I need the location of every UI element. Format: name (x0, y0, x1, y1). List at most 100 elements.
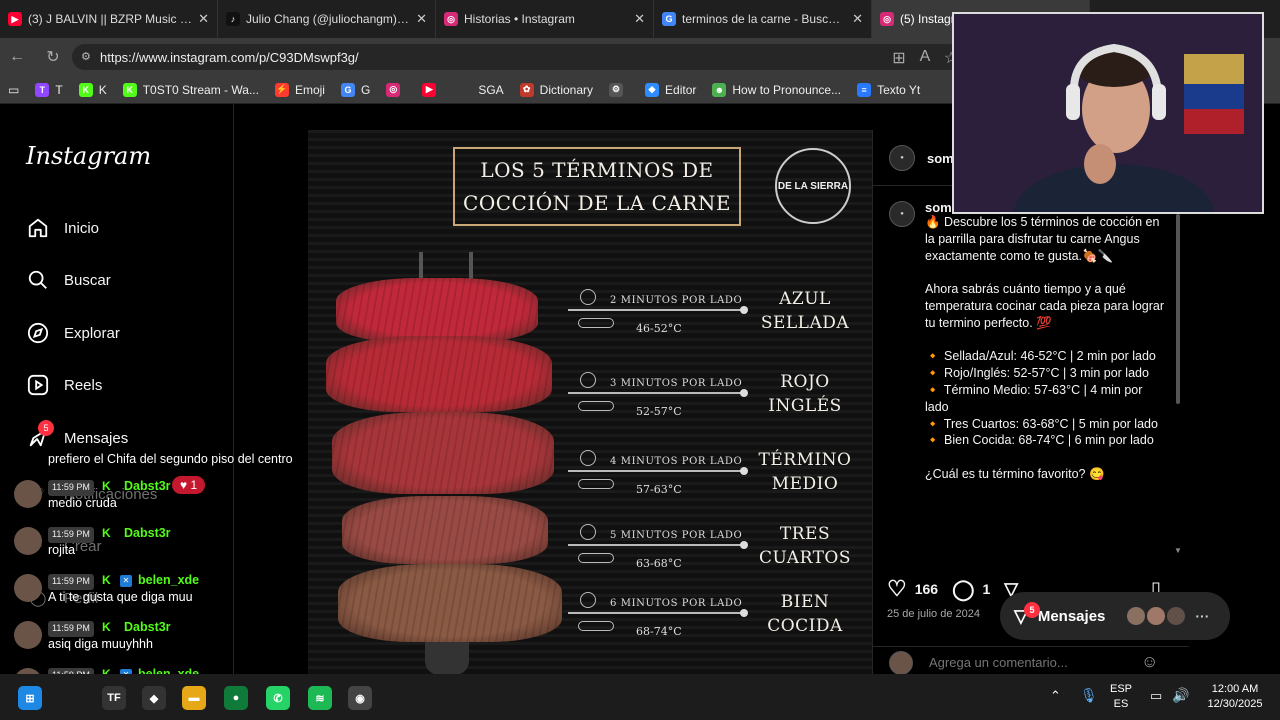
bookmark-item[interactable]: SGA (458, 82, 504, 97)
cook-time: 2 MINUTOS POR LADO (610, 295, 743, 306)
site-info-icon[interactable]: ⚙ (81, 50, 91, 63)
back-icon[interactable]: ← (0, 48, 34, 66)
clock-icon (580, 450, 596, 466)
sidebar-item-reels[interactable]: Reels (26, 373, 102, 397)
browser-tab[interactable]: ◎ Historias • Instagram ✕ (436, 0, 654, 38)
bookmark-icon: ☻ (712, 82, 727, 97)
close-tab-icon[interactable]: ✕ (416, 11, 427, 27)
bookmark-item[interactable]: K T0ST0 Stream - Wa... (122, 82, 259, 97)
tab-title: Julio Chang (@juliochangm) | TikTok (246, 12, 410, 26)
sidebar-item-explorar[interactable]: Explorar (26, 321, 120, 345)
author-avatar[interactable]: ● (889, 145, 915, 171)
current-user-avatar (889, 651, 913, 675)
tray-chevron-icon[interactable]: ⌃ (1050, 688, 1061, 704)
sidebar-item-inicio[interactable]: Inicio (26, 216, 99, 240)
chat-username: Dabst3r (124, 620, 171, 634)
heart-count: 1 (190, 478, 198, 492)
bookmark-item[interactable]: ✿ Dictionary (519, 82, 593, 97)
bookmark-item[interactable]: ◎ (386, 82, 406, 97)
bookmarks-menu-icon[interactable]: ▭ (8, 83, 19, 97)
clock-icon (580, 592, 596, 608)
clock-date: 12/30/2025 (1207, 698, 1263, 710)
sidebar-item-label: Buscar (64, 271, 111, 289)
bookmark-item[interactable]: TT (35, 82, 63, 97)
chat-timestamp: 11:59 PM (48, 574, 94, 590)
bookmark-item[interactable]: ☻ How to Pronounce... (712, 82, 842, 97)
bookmark-label: T (55, 82, 63, 97)
caption-scrollbar[interactable]: ▼ (1174, 214, 1182, 560)
close-tab-icon[interactable]: ✕ (852, 11, 863, 27)
spotify-icon[interactable]: ≋ (308, 686, 332, 710)
doneness-name-1: BIEN (780, 592, 830, 612)
url-bar[interactable]: ⚙ https://www.instagram.com/p/C93DMswpf3… (72, 44, 962, 70)
cook-temperature: 57-63°C (636, 483, 682, 496)
clock-time: 12:00 AM (1211, 683, 1259, 695)
reload-icon[interactable]: ↻ (36, 47, 70, 67)
bookmark-label: How to Pronounce... (732, 82, 842, 97)
whatsapp-icon[interactable]: ✆ (266, 686, 290, 710)
close-tab-icon[interactable]: ✕ (634, 11, 645, 27)
clock[interactable]: 12:00 AM 12/30/2025 (1200, 682, 1270, 712)
brand-seal: DE LA SIERRA (775, 148, 851, 224)
bookmark-item[interactable]: GG (340, 82, 370, 97)
steak-slice (342, 496, 548, 564)
tf-app-icon[interactable]: TF (102, 686, 126, 710)
close-tab-icon[interactable]: ✕ (198, 11, 209, 27)
more-options-icon[interactable]: ··· (1195, 608, 1209, 624)
language-indicator[interactable]: ESP ES (1110, 682, 1132, 712)
volume-icon[interactable]: 🔊 (1172, 687, 1189, 704)
doneness-name-2: COCIDA (767, 616, 843, 636)
doneness-name-2: SELLADA (760, 313, 850, 333)
kick-badge-icon: K (102, 573, 111, 587)
microphone-icon[interactable]: 🎙 (1080, 687, 1098, 704)
sidebar-item-label: Mensajes (64, 429, 129, 447)
network-icon[interactable]: ▭ (1150, 688, 1162, 704)
lang-primary: ESP (1110, 683, 1133, 695)
file-explorer-icon[interactable]: ▬ (182, 686, 206, 710)
emoji-icon[interactable]: ☺ (1141, 652, 1158, 672)
browser-tab[interactable]: ♪ Julio Chang (@juliochangm) | TikTok ✕ (218, 0, 436, 38)
caption-avatar[interactable]: ● (889, 201, 915, 227)
bookmark-label: T0ST0 Stream - Wa... (142, 82, 259, 97)
bookmark-item[interactable]: ≡ Texto Yt (857, 82, 920, 97)
chat-username: Dabst3r (124, 526, 171, 540)
thermometer-icon (578, 553, 614, 563)
doneness-row: 4 MINUTOS POR LADO 57-63°C TÉRMINO MEDIO (566, 450, 860, 526)
chat-text: A ti te gusta que diga muu (48, 590, 193, 604)
doneness-name-2: INGLÉS (768, 396, 842, 416)
post-caption: 🔥 Descubre los 5 términos de cocción en … (925, 215, 1165, 481)
bookmark-item[interactable]: ◆ Editor (645, 82, 696, 97)
like-count: 166 (914, 581, 939, 597)
post-image[interactable]: LOS 5 TÉRMINOS DE COCCIÓN DE LA CARNE DE… (308, 130, 872, 674)
bookmark-item[interactable]: ⚙ (609, 82, 629, 97)
cook-time: 4 MINUTOS POR LADO (610, 456, 743, 467)
chat-text: medio cruda (48, 496, 117, 510)
webcam-feed (954, 14, 1262, 212)
bookmark-icon: ◎ (386, 82, 401, 97)
browser-tab[interactable]: Gterminos de la carne - Buscar con Googl… (654, 0, 872, 38)
sidebar-item-buscar[interactable]: Buscar (26, 268, 111, 292)
bookmark-item[interactable]: ▶ (422, 82, 442, 97)
chat-top-line: prefiero el Chifa del segundo piso del c… (48, 452, 293, 466)
sidebar-item-mensajes[interactable]: 5 Mensajes (26, 420, 129, 450)
doneness-name-2: MEDIO (771, 474, 839, 494)
bookmark-item[interactable]: ⚡ Emoji (274, 82, 325, 97)
cook-temperature: 68-74°C (636, 625, 682, 638)
steak-slice (326, 336, 552, 412)
comment-icon[interactable]: ◯ (952, 577, 974, 602)
comment-input[interactable] (929, 651, 1129, 673)
chat-text: asiq diga muuyhhh (48, 637, 153, 651)
obs-icon[interactable]: ◉ (348, 686, 372, 710)
edge-browser-icon[interactable]: ● (224, 686, 248, 710)
browser-tab[interactable]: ▶ (3) J BALVIN || BZRP Music Sessions ✕ (0, 0, 218, 38)
like-heart-icon[interactable]: ♡ (887, 576, 907, 602)
messages-floating-button[interactable]: ▽ 5 Mensajes ··· (1000, 592, 1230, 640)
bookmark-icon: G (340, 82, 355, 97)
bookmark-item[interactable]: KK (78, 82, 107, 97)
windows-start-icon[interactable]: ⊞ (18, 686, 42, 710)
vs-icon[interactable]: ◆ (142, 686, 166, 710)
doneness-name-1: AZUL (779, 289, 831, 309)
chat-avatar (14, 527, 42, 555)
instagram-logo[interactable]: Instagram (26, 142, 151, 170)
clock-icon (580, 372, 596, 388)
